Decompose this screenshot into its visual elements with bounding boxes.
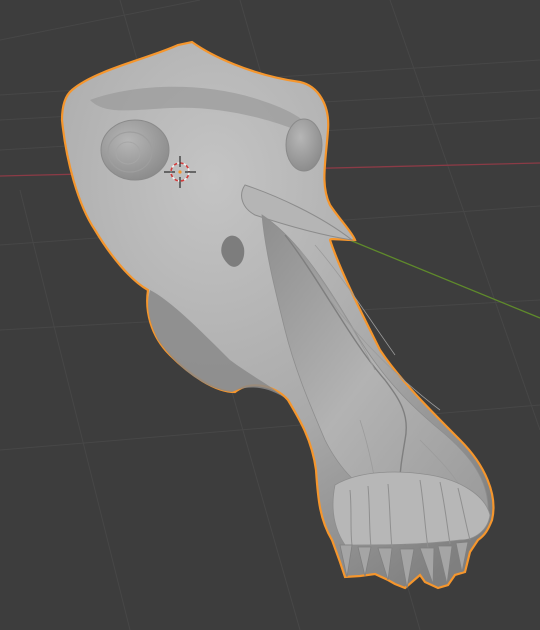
y-axis-line bbox=[329, 231, 540, 319]
3d-viewport[interactable] bbox=[0, 0, 540, 630]
snout bbox=[261, 214, 489, 519]
viewport-canvas[interactable] bbox=[0, 0, 540, 630]
skull-mesh[interactable] bbox=[60, 40, 495, 590]
right-eye-socket bbox=[285, 118, 323, 172]
